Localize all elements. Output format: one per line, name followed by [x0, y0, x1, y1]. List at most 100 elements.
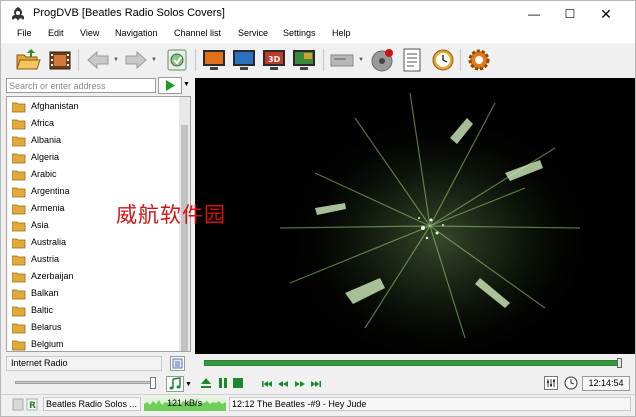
svg-text:3D: 3D: [268, 55, 281, 64]
epg-icon[interactable]: [399, 47, 425, 73]
toolbar: ▼ ▼ 3D ▼: [1, 43, 635, 77]
eject-icon[interactable]: [199, 377, 213, 389]
rewind-icon[interactable]: [277, 378, 289, 390]
list-item-label: Argentina: [31, 186, 70, 196]
device-icon[interactable]: [329, 47, 355, 73]
maximize-button[interactable]: ☐: [553, 1, 587, 27]
list-item-label: Baltic: [31, 305, 54, 315]
audio-track-button[interactable]: [166, 376, 184, 392]
picture-in-picture-icon[interactable]: [291, 47, 317, 73]
music-note-icon: [169, 377, 181, 390]
channel-group-selector[interactable]: Internet Radio: [6, 356, 162, 371]
menu-help[interactable]: Help: [332, 28, 351, 38]
list-item-label: Afghanistan: [31, 101, 79, 111]
list-item-label: Belarus: [31, 322, 62, 332]
tv-screen-icon[interactable]: [201, 47, 227, 73]
clock-icon[interactable]: [430, 47, 456, 73]
tv-screen-blue-icon[interactable]: [231, 47, 257, 73]
status-track-field: 12:12 The Beatles -#9 - Hey Jude: [229, 397, 631, 411]
back-arrow-icon[interactable]: [85, 47, 111, 73]
record-disc-icon[interactable]: [369, 47, 395, 73]
gear-icon[interactable]: [466, 47, 492, 73]
visualization-image: [195, 78, 635, 354]
scrollbar-thumb[interactable]: [181, 125, 188, 351]
device-dropdown-icon[interactable]: ▼: [358, 57, 364, 63]
menu-channel-list[interactable]: Channel list: [174, 28, 221, 38]
folder-icon: [12, 323, 26, 334]
forward-arrow-icon[interactable]: [123, 47, 149, 73]
title-bar: ProgDVB [Beatles Radio Solos Covers] — ☐…: [1, 1, 635, 27]
menu-bar: File Edit View Navigation Channel list S…: [1, 27, 635, 43]
list-item-label: Algeria: [31, 152, 60, 162]
list-item-label: Azerbaijan: [31, 271, 74, 281]
folder-icon: [12, 204, 26, 215]
search-box: [6, 78, 156, 93]
menu-file[interactable]: File: [17, 28, 32, 38]
svg-text:R: R: [29, 401, 36, 411]
play-dropdown-icon[interactable]: ▼: [183, 81, 190, 88]
window-title: ProgDVB [Beatles Radio Solos Covers]: [33, 7, 225, 19]
status-track-info: 12:12 The Beatles -#9 - Hey Jude: [232, 399, 367, 409]
volume-slider[interactable]: [15, 377, 156, 389]
watermark-text: 威航软件园: [116, 203, 226, 227]
open-folder-icon[interactable]: [15, 47, 41, 73]
playback-progress-bar[interactable]: [204, 358, 622, 368]
stop-icon[interactable]: [231, 377, 245, 389]
list-item-label: Africa: [31, 118, 55, 128]
play-icon: [166, 80, 175, 91]
menu-view[interactable]: View: [80, 28, 99, 38]
status-channel-field: Beatles Radio Solos ...: [43, 397, 141, 411]
list-item-label: Balkan: [31, 288, 59, 298]
list-item-label: Albania: [31, 135, 62, 145]
toolbar-separator: [195, 49, 196, 71]
pause-icon[interactable]: [216, 377, 230, 389]
progress-thumb[interactable]: [617, 358, 622, 368]
list-view-button[interactable]: [170, 356, 185, 371]
folder-icon: [12, 238, 26, 249]
fast-forward-icon[interactable]: [294, 378, 306, 390]
folder-icon: [12, 221, 26, 232]
skip-back-icon[interactable]: [261, 378, 273, 390]
clock-display: 12:14:54: [582, 376, 630, 391]
forward-dropdown-icon[interactable]: ▼: [151, 57, 157, 63]
minimize-button[interactable]: —: [517, 1, 551, 27]
folder-icon: [12, 102, 26, 113]
folder-icon: [12, 187, 26, 198]
equalizer-icon[interactable]: [544, 376, 558, 390]
menu-service[interactable]: Service: [238, 28, 268, 38]
folder-icon: [12, 340, 26, 351]
folder-icon: [12, 119, 26, 130]
list-item-label: Armenia: [31, 203, 65, 213]
status-bitrate: 121 kB/s: [167, 398, 203, 408]
app-logo-icon: [11, 7, 25, 21]
toolbar-separator: [323, 49, 324, 71]
menu-settings[interactable]: Settings: [283, 28, 316, 38]
back-dropdown-icon[interactable]: ▼: [113, 57, 119, 63]
folder-icon: [12, 255, 26, 266]
3d-icon[interactable]: 3D: [261, 47, 287, 73]
menu-edit[interactable]: Edit: [48, 28, 64, 38]
toolbar-separator: [460, 49, 461, 71]
folder-icon: [12, 170, 26, 181]
film-icon[interactable]: [47, 47, 73, 73]
channel-group-label: Internet Radio: [11, 358, 68, 368]
list-item-label: Belgium: [31, 339, 64, 349]
record-status-icon: R: [26, 398, 38, 411]
menu-navigation[interactable]: Navigation: [115, 28, 158, 38]
play-button[interactable]: [158, 77, 182, 94]
list-item-label: Asia: [31, 220, 49, 230]
audio-track-dropdown-icon[interactable]: ▼: [185, 381, 192, 388]
timer-icon[interactable]: [564, 376, 578, 390]
folder-icon: [12, 306, 26, 317]
skip-forward-icon[interactable]: [310, 378, 322, 390]
clean-icon[interactable]: [164, 47, 190, 73]
list-view-icon: [172, 358, 183, 369]
search-input[interactable]: [7, 79, 153, 92]
status-channel-name: Beatles Radio Solos ...: [46, 399, 138, 409]
status-bar: R Beatles Radio Solos ... 121 kB/s 12:12…: [1, 394, 635, 416]
folder-icon: [12, 272, 26, 283]
video-area[interactable]: [195, 78, 635, 354]
close-button[interactable]: ✕: [589, 1, 623, 27]
progdvb-window: ProgDVB [Beatles Radio Solos Covers] — ☐…: [0, 0, 636, 417]
volume-knob[interactable]: [150, 377, 156, 389]
